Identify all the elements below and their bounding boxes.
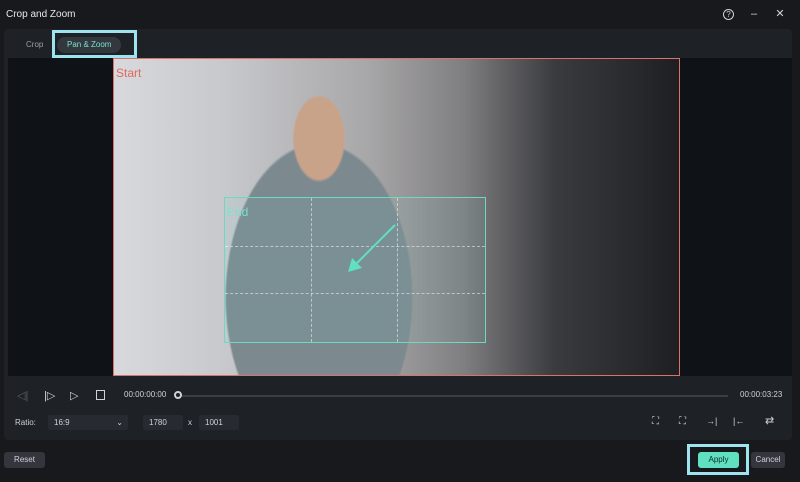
- end-label: End: [227, 205, 249, 219]
- swap-icon[interactable]: ⇄: [765, 414, 774, 427]
- help-icon[interactable]: ?: [723, 9, 734, 20]
- set-end-icon[interactable]: →|: [706, 416, 717, 426]
- close-button[interactable]: ✕: [773, 7, 787, 21]
- ratio-label: Ratio:: [15, 418, 36, 427]
- dimension-separator: x: [188, 418, 192, 427]
- stop-icon[interactable]: [96, 390, 105, 400]
- apply-button[interactable]: Apply: [698, 452, 739, 468]
- chevron-down-icon: ⌄: [116, 418, 123, 427]
- tab-highlight: [52, 30, 137, 58]
- total-time: 00:00:03:23: [740, 390, 783, 399]
- next-frame-icon[interactable]: |▷: [44, 389, 55, 402]
- height-input[interactable]: 1001: [199, 415, 239, 430]
- cancel-button[interactable]: Cancel: [751, 452, 785, 468]
- ratio-select[interactable]: 16:9 ⌄: [48, 415, 128, 430]
- play-icon[interactable]: ▷: [70, 389, 78, 402]
- tab-crop[interactable]: Crop: [16, 37, 53, 53]
- minimize-button[interactable]: –: [747, 7, 761, 21]
- fill-icon[interactable]: ⛶: [679, 416, 686, 427]
- previous-frame-icon[interactable]: ◁|: [17, 389, 28, 402]
- timeline-playhead[interactable]: [174, 391, 182, 399]
- window-title: Crop and Zoom: [6, 8, 76, 20]
- width-input[interactable]: 1780: [143, 415, 183, 430]
- title-bar: Crop and Zoom: [0, 0, 800, 28]
- reset-button[interactable]: Reset: [4, 452, 45, 468]
- timeline-track[interactable]: [178, 395, 728, 397]
- current-time: 00:00:00:00: [124, 390, 167, 399]
- start-label: Start: [116, 66, 142, 80]
- fit-icon[interactable]: ⛶: [652, 416, 659, 427]
- direction-arrow-icon: [348, 224, 396, 272]
- ratio-value: 16:9: [54, 418, 70, 427]
- set-start-icon[interactable]: |←: [733, 416, 744, 426]
